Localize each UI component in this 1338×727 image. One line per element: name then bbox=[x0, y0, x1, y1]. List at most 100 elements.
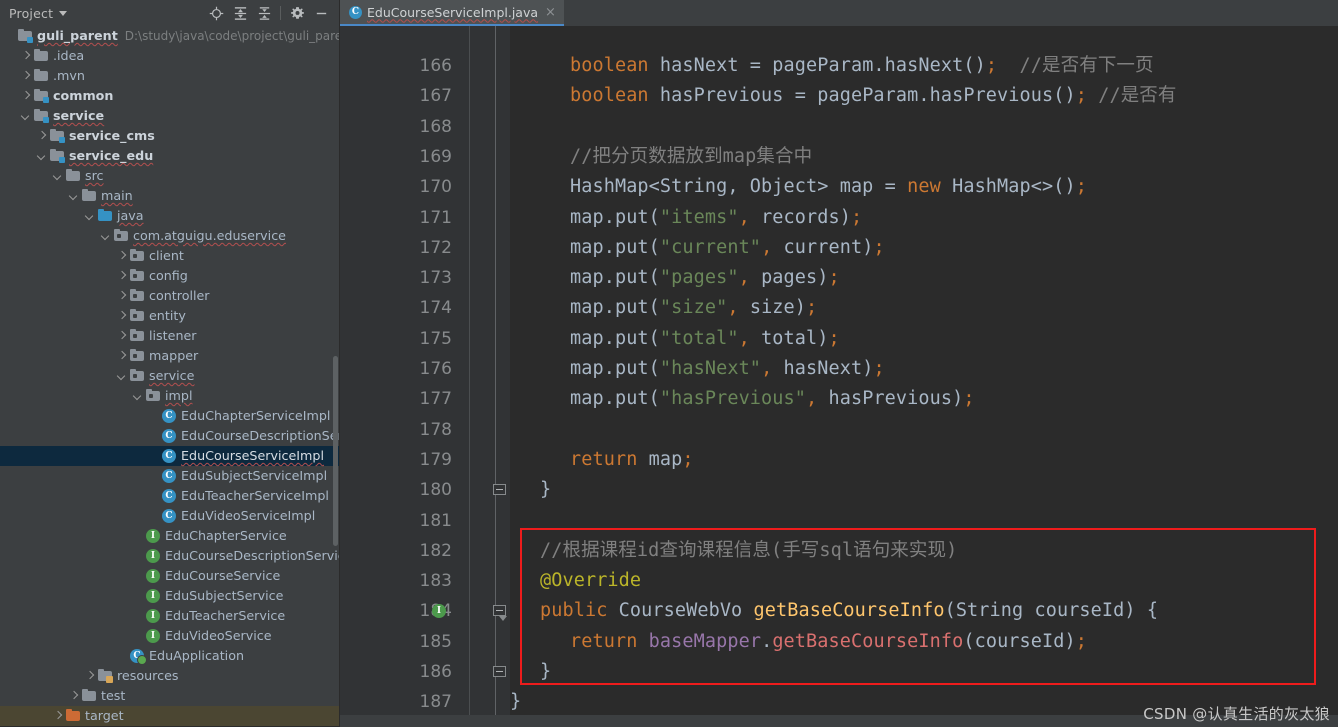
tree-item-label: controller bbox=[149, 288, 210, 303]
chevron-right-icon[interactable] bbox=[20, 91, 31, 102]
tree-item-java[interactable]: java bbox=[0, 206, 339, 226]
line-number: 176 bbox=[419, 359, 452, 379]
tree-item-config[interactable]: config bbox=[0, 266, 339, 286]
expand-all-icon[interactable] bbox=[228, 1, 252, 25]
code-line[interactable]: map.put("hasNext", hasNext); bbox=[570, 354, 885, 384]
code-content[interactable]: boolean hasNext = pageParam.hasNext(); /… bbox=[510, 26, 1338, 727]
tree-item-src[interactable]: src bbox=[0, 166, 339, 186]
tree-item-educhapterservice[interactable]: I EduChapterService bbox=[0, 526, 339, 546]
chevron-right-icon[interactable] bbox=[84, 671, 95, 682]
tree-item-entity[interactable]: entity bbox=[0, 306, 339, 326]
fold-marker[interactable] bbox=[493, 666, 506, 677]
tree-item-controller[interactable]: controller bbox=[0, 286, 339, 306]
chevron-down-icon[interactable] bbox=[68, 191, 79, 202]
folder-pkg-icon bbox=[129, 248, 145, 264]
tree-scrollbar-thumb[interactable] bbox=[333, 356, 338, 546]
tree-item-path: D:\study\java\code\project\guli_parent bbox=[124, 29, 340, 43]
tree-item-impl[interactable]: impl bbox=[0, 386, 339, 406]
tree-item-eduapplication[interactable]: C EduApplication bbox=[0, 646, 339, 666]
code-line[interactable]: map.put("current", current); bbox=[570, 233, 885, 263]
chevron-down-icon[interactable] bbox=[116, 371, 127, 382]
tree-item--mvn[interactable]: .mvn bbox=[0, 66, 339, 86]
chevron-right-icon[interactable] bbox=[116, 271, 127, 282]
tab-educourseserviceimpl[interactable]: C EduCourseServiceImpl.java × bbox=[340, 0, 564, 26]
code-line[interactable]: } bbox=[540, 475, 551, 505]
tree-item-educoursedescriptionserviceimpl[interactable]: C EduCourseDescriptionServiceImpl bbox=[0, 426, 339, 446]
tree-item-eduvideoserviceimpl[interactable]: C EduVideoServiceImpl bbox=[0, 506, 339, 526]
tree-item-target[interactable]: target bbox=[0, 706, 339, 726]
chevron-right-icon[interactable] bbox=[116, 331, 127, 342]
code-line[interactable]: //把分页数据放到map集合中 bbox=[570, 142, 812, 172]
folder-mod-icon bbox=[49, 148, 65, 164]
chevron-right-icon[interactable] bbox=[52, 711, 63, 722]
tree-item-service[interactable]: service bbox=[0, 366, 339, 386]
chevron-right-icon[interactable] bbox=[20, 51, 31, 62]
tree-item-eduteacherserviceimpl[interactable]: C EduTeacherServiceImpl bbox=[0, 486, 339, 506]
code-line[interactable]: return map; bbox=[570, 445, 694, 475]
chevron-right-icon[interactable] bbox=[116, 311, 127, 322]
chevron-right-icon[interactable] bbox=[116, 351, 127, 362]
code-line[interactable]: boolean hasPrevious = pageParam.hasPrevi… bbox=[570, 81, 1177, 111]
tree-item-service-edu[interactable]: service_edu bbox=[0, 146, 339, 166]
collapse-all-icon[interactable] bbox=[252, 1, 276, 25]
chevron-right-icon[interactable] bbox=[68, 691, 79, 702]
tree-item-guli-parent[interactable]: guli_parent D:\study\java\code\project\gu… bbox=[0, 26, 339, 46]
chevron-right-icon[interactable] bbox=[36, 131, 47, 142]
tree-item-edusubjectservice[interactable]: I EduSubjectService bbox=[0, 586, 339, 606]
tree-item-service[interactable]: service bbox=[0, 106, 339, 126]
code-editor[interactable]: 166 167 168 169 170 171 172 173 174 175 176 177 178 1… bbox=[340, 26, 1338, 727]
tree-item-label: EduApplication bbox=[149, 648, 245, 663]
tree-item-service-cms[interactable]: service_cms bbox=[0, 126, 339, 146]
code-line[interactable]: map.put("hasPrevious", hasPrevious); bbox=[570, 384, 975, 414]
tree-item-educourseserviceimpl[interactable]: C EduCourseServiceImpl bbox=[0, 446, 339, 466]
minimize-icon[interactable] bbox=[309, 1, 333, 25]
chevron-down-icon[interactable] bbox=[132, 391, 143, 402]
fold-marker[interactable] bbox=[493, 484, 506, 496]
tree-item-listener[interactable]: listener bbox=[0, 326, 339, 346]
code-line[interactable]: map.put("pages", pages); bbox=[570, 263, 840, 293]
code-line[interactable]: //根据课程id查询课程信息(手写sql语句来实现) bbox=[540, 536, 957, 566]
fold-marker[interactable] bbox=[493, 605, 507, 622]
fold-gutter[interactable] bbox=[470, 26, 510, 727]
tree-item-resources[interactable]: resources bbox=[0, 666, 339, 686]
tree-item-eduteacherservice[interactable]: I EduTeacherService bbox=[0, 606, 339, 626]
chevron-down-icon[interactable] bbox=[36, 151, 47, 162]
code-line[interactable]: public CourseWebVo getBaseCourseInfo(Str… bbox=[540, 596, 1158, 626]
tree-item-client[interactable]: client bbox=[0, 246, 339, 266]
chevron-down-icon[interactable] bbox=[20, 111, 31, 122]
tree-item-test[interactable]: test bbox=[0, 686, 339, 706]
locate-icon[interactable] bbox=[204, 1, 228, 25]
tree-item--idea[interactable]: .idea bbox=[0, 46, 339, 66]
code-line[interactable]: HashMap<String, Object> map = new HashMa… bbox=[570, 172, 1087, 202]
chevron-right-icon[interactable] bbox=[116, 251, 127, 262]
tree-item-educourseservice[interactable]: I EduCourseService bbox=[0, 566, 339, 586]
folder-icon bbox=[33, 68, 49, 84]
tree-item-eduvideoservice[interactable]: I EduVideoService bbox=[0, 626, 339, 646]
close-icon[interactable]: × bbox=[545, 6, 556, 19]
code-line[interactable]: return baseMapper.getBaseCourseInfo(cour… bbox=[570, 627, 1087, 657]
tree-item-common[interactable]: common bbox=[0, 86, 339, 106]
code-line[interactable]: map.put("items", records); bbox=[570, 203, 862, 233]
code-line[interactable]: } bbox=[540, 657, 551, 687]
implements-method-icon[interactable]: I bbox=[432, 604, 446, 619]
tree-item-com-atguigu-eduservice[interactable]: com.atguigu.eduservice bbox=[0, 226, 339, 246]
tree-item-main[interactable]: main bbox=[0, 186, 339, 206]
chevron-right-icon[interactable] bbox=[20, 71, 31, 82]
chevron-down-icon[interactable] bbox=[52, 171, 63, 182]
settings-gear-icon[interactable] bbox=[285, 1, 309, 25]
code-line[interactable]: boolean hasNext = pageParam.hasNext(); /… bbox=[570, 51, 1154, 81]
tree-scrollbar[interactable] bbox=[332, 26, 339, 727]
chevron-right-icon[interactable] bbox=[116, 291, 127, 302]
project-tree[interactable]: guli_parent D:\study\java\code\project\gu… bbox=[0, 26, 340, 727]
tree-item-edusubjectserviceimpl[interactable]: C EduSubjectServiceImpl bbox=[0, 466, 339, 486]
code-line[interactable]: map.put("total", total); bbox=[570, 324, 840, 354]
tree-item-educhapterserviceimpl[interactable]: C EduChapterServiceImpl bbox=[0, 406, 339, 426]
code-line[interactable]: map.put("size", size); bbox=[570, 293, 817, 323]
chevron-down-icon[interactable] bbox=[84, 211, 95, 222]
code-line[interactable]: } bbox=[510, 687, 521, 717]
tree-item-educoursedescriptionservice[interactable]: I EduCourseDescriptionService bbox=[0, 546, 339, 566]
tree-item-mapper[interactable]: mapper bbox=[0, 346, 339, 366]
chevron-down-icon[interactable] bbox=[59, 10, 68, 16]
code-line[interactable]: @Override bbox=[540, 566, 641, 596]
chevron-down-icon[interactable] bbox=[100, 231, 111, 242]
